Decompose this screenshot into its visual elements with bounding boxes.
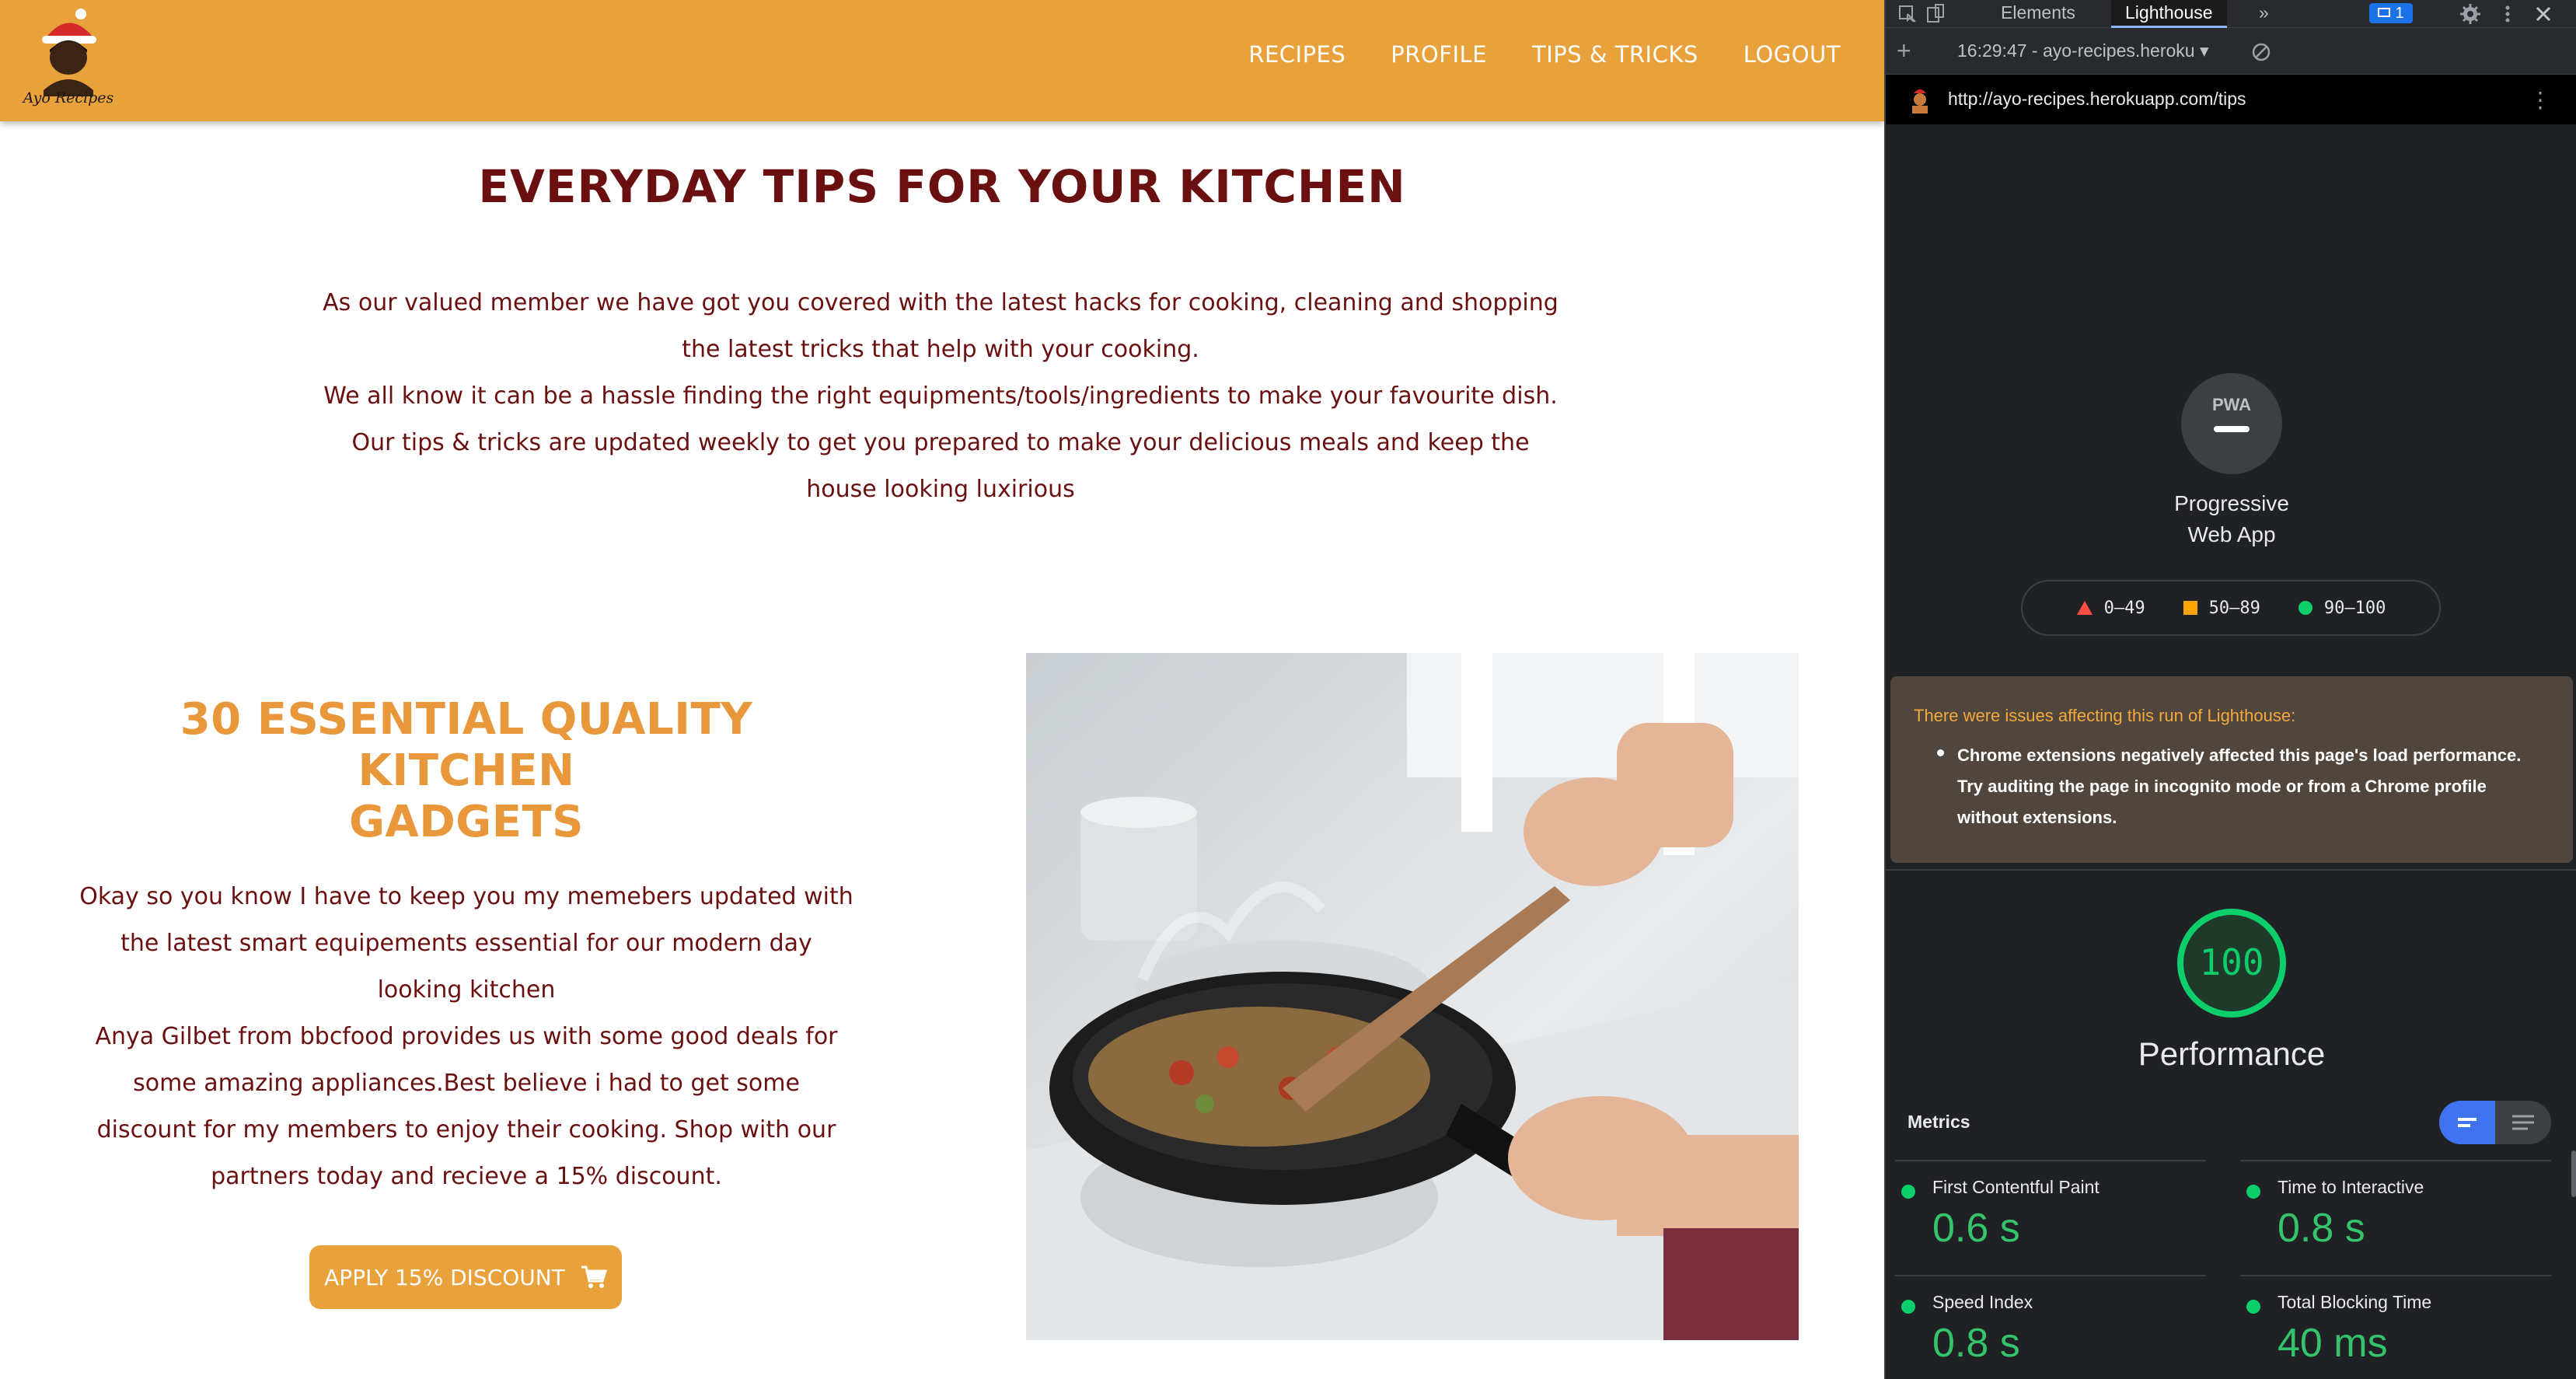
scrollbar[interactable]	[2571, 1150, 2576, 1197]
pass-dot-icon	[1901, 1185, 1915, 1199]
gadgets-heading-line: GADGETS	[348, 797, 585, 847]
logo[interactable]: Ayo Recipes	[14, 6, 123, 115]
lighthouse-toolbar: + 16:29:47 - ayo-recipes.heroku ▾	[1886, 28, 2576, 75]
performance-section: 100 Performance Metrics First Contentful…	[1886, 869, 2576, 1379]
summary-view-button[interactable]	[2439, 1101, 2495, 1144]
gadgets-line: Okay so you know I have to keep you my m…	[79, 883, 853, 910]
main-nav: RECIPES PROFILE TIPS & TRICKS LOGOUT	[1248, 37, 1841, 72]
metric-speed-index: Speed Index 0.8 s	[1895, 1275, 2206, 1379]
legend-fail: 0–49	[2076, 599, 2145, 618]
nav-recipes[interactable]: RECIPES	[1248, 37, 1346, 72]
detail-view-icon[interactable]	[2495, 1101, 2551, 1144]
message-icon	[2378, 8, 2391, 17]
shopping-cart-icon	[581, 1266, 607, 1288]
metric-value: 40 ms	[2278, 1321, 2388, 1366]
warning-title: There were issues affecting this run of …	[1914, 706, 2296, 725]
tab-lighthouse[interactable]: Lighthouse	[2111, 0, 2227, 28]
intro-line: We all know it can be a hassle finding t…	[323, 382, 1558, 410]
gadgets-line: partners today and recieve a 15% discoun…	[211, 1163, 722, 1190]
pwa-label: Progressive Web App	[2174, 491, 2289, 546]
site-favicon-icon	[1912, 89, 1928, 113]
legend-fail-range: 0–49	[2103, 598, 2145, 618]
more-options-icon[interactable]	[2497, 3, 2518, 25]
inspect-element-icon[interactable]	[1897, 3, 1918, 25]
metric-tti: Time to Interactive 0.8 s	[2240, 1160, 2551, 1275]
square-icon	[2183, 601, 2197, 615]
gadgets-line: Anya Gilbet from bbcfood provides us wit…	[95, 1023, 838, 1050]
pwa-badge-text: PWA	[2211, 395, 2252, 414]
pass-dot-icon	[2246, 1185, 2260, 1199]
metric-value: 0.8 s	[1932, 1321, 2020, 1366]
metric-fcp: First Contentful Paint 0.6 s	[1895, 1160, 2206, 1275]
nav-logout[interactable]: LOGOUT	[1744, 37, 1841, 72]
gadgets-line: the latest smart equipements essential f…	[120, 930, 812, 957]
page-title: EVERYDAY TIPS FOR YOUR KITCHEN	[478, 160, 1406, 213]
devtools-panel: Elements Lighthouse » 1 + 16:29:47 - ayo…	[1884, 0, 2576, 1379]
legend-average: 50–89	[2183, 599, 2260, 618]
intro-line: Our tips & tricks are updated weekly to …	[351, 429, 1530, 456]
settings-icon[interactable]	[2459, 3, 2481, 25]
metric-name: Time to Interactive	[2278, 1177, 2424, 1197]
report-url[interactable]: http://ayo-recipes.herokuapp.com/tips	[1948, 89, 2246, 110]
performance-gauge: 100	[2177, 909, 2286, 1018]
metrics-title: Metrics	[1908, 1112, 1970, 1132]
metric-value: 0.8 s	[2278, 1206, 2365, 1251]
metrics-view-toggle[interactable]	[2439, 1101, 2551, 1144]
report-run-label: 16:29:47 - ayo-recipes.heroku	[1957, 40, 2195, 61]
intro-line: house looking luxirious	[806, 476, 1075, 503]
report-url-bar: http://ayo-recipes.herokuapp.com/tips ⋮	[1886, 75, 2576, 124]
website-viewport: Ayo Recipes RECIPES PROFILE TIPS & TRICK…	[0, 0, 1884, 1379]
intro-line: the latest tricks that help with your co…	[682, 336, 1199, 363]
device-toolbar-icon[interactable]	[1925, 3, 1946, 25]
clear-icon[interactable]	[2251, 42, 2271, 62]
performance-score: 100	[2199, 941, 2264, 983]
discount-button-label: APPLY 15% DISCOUNT	[324, 1264, 565, 1290]
issues-count: 1	[2395, 4, 2404, 22]
warning-text: Chrome extensions negatively affected th…	[1957, 745, 2522, 827]
issues-badge[interactable]: 1	[2369, 3, 2413, 23]
gadgets-line: looking kitchen	[377, 976, 556, 1004]
logo-text: Ayo Recipes	[22, 89, 114, 106]
lighthouse-warning: There were issues affecting this run of …	[1890, 676, 2573, 863]
triangle-icon	[2076, 601, 2093, 615]
summary-view-icon	[2458, 1118, 2477, 1127]
more-tabs-icon[interactable]: »	[2245, 0, 2283, 28]
cooking-photo	[1026, 653, 1799, 1340]
metric-value: 0.6 s	[1932, 1206, 2020, 1251]
nav-tips-tricks[interactable]: TIPS & TRICKS	[1532, 37, 1698, 72]
metric-name: First Contentful Paint	[1932, 1177, 2100, 1197]
legend-average-range: 50–89	[2208, 598, 2260, 618]
gadgets-line: some amazing appliances.Best believe i h…	[133, 1070, 800, 1097]
pass-dot-icon	[1901, 1300, 1915, 1314]
gadgets-heading: 30 ESSENTIAL QUALITY KITCHEN GADGETS	[78, 694, 855, 848]
gadgets-line: discount for my members to enjoy their c…	[96, 1116, 836, 1143]
apply-discount-button[interactable]: APPLY 15% DISCOUNT	[309, 1245, 622, 1309]
gadgets-paragraph: Okay so you know I have to keep you my m…	[70, 874, 863, 1200]
intro-line: As our valued member we have got you cov…	[323, 289, 1559, 316]
bullet-icon	[1937, 749, 1944, 756]
intro-paragraph: As our valued member we have got you cov…	[295, 280, 1586, 513]
metric-tbt: Total Blocking Time 40 ms	[2240, 1275, 2551, 1379]
score-legend: 0–49 50–89 90–100	[2021, 580, 2441, 636]
devtools-tabbar: Elements Lighthouse » 1	[1886, 0, 2576, 28]
pwa-category[interactable]: PWA Progressive Web App	[2158, 373, 2305, 550]
performance-title: Performance	[2138, 1035, 2326, 1072]
nav-profile[interactable]: PROFILE	[1391, 37, 1487, 72]
pass-dot-icon	[2246, 1300, 2260, 1314]
circle-icon	[2298, 601, 2312, 615]
navbar: Ayo Recipes RECIPES PROFILE TIPS & TRICK…	[0, 0, 1884, 121]
new-report-icon[interactable]: +	[1897, 38, 1911, 63]
report-menu-icon[interactable]: ⋮	[2529, 87, 2551, 113]
gadgets-heading-line: 30 ESSENTIAL QUALITY KITCHEN	[180, 694, 753, 796]
legend-pass-range: 90–100	[2323, 598, 2386, 618]
legend-pass: 90–100	[2298, 599, 2386, 618]
close-icon[interactable]	[2532, 3, 2554, 25]
metric-name: Total Blocking Time	[2278, 1292, 2432, 1312]
metric-name: Speed Index	[1932, 1292, 2033, 1312]
report-selector[interactable]: 16:29:47 - ayo-recipes.heroku ▾	[1957, 40, 2209, 61]
tab-elements[interactable]: Elements	[1987, 0, 2089, 28]
pwa-badge-icon: PWA	[2181, 373, 2282, 474]
